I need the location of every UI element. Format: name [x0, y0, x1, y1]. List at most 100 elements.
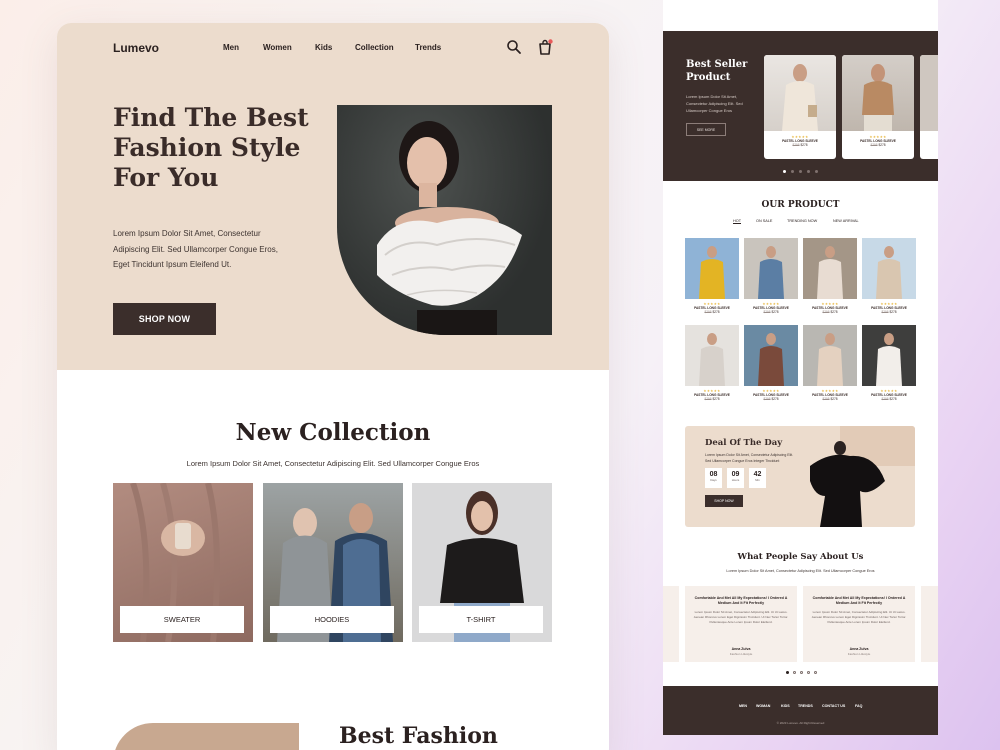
best-seller-card[interactable]: ★★★★★ PASTEL LONG SLEEVE $298 $278 [764, 55, 836, 159]
price: $278 [712, 310, 720, 314]
nav-trends[interactable]: Trends [415, 43, 441, 52]
nav-collection[interactable]: Collection [355, 43, 394, 52]
price: $278 [878, 143, 886, 147]
countdown-label: Hours [731, 478, 740, 482]
product-image[interactable] [803, 238, 857, 299]
hero-model-photo [337, 105, 552, 335]
price: $278 [771, 397, 779, 401]
old-price: $298 [704, 310, 712, 314]
collection-card-label: SWEATER [120, 606, 244, 633]
testimonial-dot[interactable] [807, 671, 810, 674]
testimonial-dot-active[interactable] [786, 671, 789, 674]
price: $278 [830, 397, 838, 401]
countdown-hours: 09 Hours [727, 468, 744, 488]
old-price: $298 [822, 310, 830, 314]
tab-on-sale[interactable]: ON SALE [756, 219, 772, 223]
footer-nav-men[interactable]: MEN [739, 704, 747, 708]
deal-model-photo [800, 426, 915, 527]
copyright: © 2023 Lumevo. All Right Reserved [776, 721, 825, 725]
carousel-dot[interactable] [807, 170, 810, 173]
new-collection-title: New Collection [235, 419, 431, 446]
search-icon[interactable] [506, 39, 522, 55]
best-seller-title-line-2: Product [686, 72, 731, 83]
product-image[interactable] [685, 238, 739, 299]
testimonial-text: Lorem Ipsum Dolor Sit Amet, Consectetur … [693, 610, 789, 624]
product-image[interactable] [862, 325, 916, 386]
testimonial-dot[interactable] [793, 671, 796, 674]
product-image[interactable] [803, 325, 857, 386]
see-more-button[interactable]: SEE MORE [686, 123, 726, 136]
best-seller-card[interactable]: ★★★★★ PASTEL LONG SLEEVE $298 $278 [842, 55, 914, 159]
price: $278 [830, 310, 838, 314]
product-image[interactable] [862, 238, 916, 299]
deal-shop-now-button[interactable]: SHOP NOW [705, 495, 743, 507]
new-collection-description: Lorem Ipsum Dolor Sit Amet, Consectetur … [186, 459, 480, 468]
cart-icon[interactable] [537, 39, 553, 55]
best-seller-title-line-1: Best Seller [686, 59, 748, 70]
collection-card-label: HOODIES [270, 606, 394, 633]
old-price: $298 [881, 310, 889, 314]
old-price: $298 [763, 310, 771, 314]
testimonial-name: Anna Zulva [731, 647, 751, 651]
best-fashion-photo [113, 723, 299, 750]
best-seller-title: Best Seller Product [686, 58, 747, 84]
testimonial-card: Comfortable And Met All My Expectations!… [803, 586, 915, 662]
countdown-days: 08 Days [705, 468, 722, 488]
hero-section: Lumevo Men Women Kids Collection Trends … [57, 23, 609, 370]
nav-men[interactable]: Men [223, 43, 239, 52]
carousel-dot[interactable] [791, 170, 794, 173]
product-image[interactable] [744, 325, 798, 386]
collection-card-sweater[interactable]: SWEATER [113, 483, 253, 642]
countdown-minutes: 42 Min [749, 468, 766, 488]
price: $278 [889, 310, 897, 314]
carousel-dot-active[interactable] [783, 170, 786, 173]
hero-desc-line-2: Adipiscing Elit. Sed Ullamcorper Congue … [113, 244, 278, 254]
hero-title-line-1: Find The Best [113, 103, 309, 132]
carousel-dot[interactable] [799, 170, 802, 173]
landing-page-full-preview: Best Seller Product Lorem Ipsum Dolor Si… [663, 0, 938, 735]
testimonial-role: Fashion Lifestyle [847, 652, 871, 656]
hero-desc-line-3: Eget Tincidunt Ipsum Eleifend Ut. [113, 260, 232, 269]
nav-kids[interactable]: Kids [315, 43, 332, 52]
footer-nav-woman[interactable]: WOMAN [756, 704, 770, 708]
best-seller-card-partial[interactable] [920, 55, 938, 159]
testimonial-role: Fashion Lifestyle [729, 652, 753, 656]
best-seller-section: Best Seller Product Lorem Ipsum Dolor Si… [663, 31, 938, 181]
testimonial-dot[interactable] [814, 671, 817, 674]
price: $278 [800, 143, 808, 147]
testimonial-text: Lorem Ipsum Dolor Sit Amet, Consectetur … [811, 610, 907, 624]
testimonial-dot[interactable] [800, 671, 803, 674]
footer-nav-trends[interactable]: TRENDS [798, 704, 813, 708]
product-info: ★★★★★ PASTEL LONG SLEEVE $298 $278 [803, 389, 857, 401]
tab-new-arrival[interactable]: NEW ARRIVAL [833, 219, 859, 223]
footer-nav-faq[interactable]: FAQ [855, 704, 862, 708]
collection-card-tshirt[interactable]: T-SHIRT [412, 483, 552, 642]
carousel-dot[interactable] [815, 170, 818, 173]
old-price: $298 [822, 397, 830, 401]
testimonial-name: Anna Zulva [849, 647, 869, 651]
footer-nav-kids[interactable]: KIDS [781, 704, 790, 708]
shop-now-button[interactable]: SHOP NOW [113, 303, 216, 335]
testimonial-card-partial [663, 586, 679, 662]
tab-trending-now[interactable]: TRENDING NOW [787, 219, 817, 223]
tab-hot[interactable]: HOT [733, 219, 742, 224]
hero-title: Find The Best Fashion Style For You [113, 103, 333, 193]
footer-nav-contact-us[interactable]: CONTACT US [822, 704, 845, 708]
collection-card-hoodies[interactable]: HOODIES [263, 483, 403, 642]
product-info: ★★★★★ PASTEL LONG SLEEVE $298 $278 [685, 302, 739, 314]
product-image[interactable] [744, 238, 798, 299]
product-info: ★★★★★ PASTEL LONG SLEEVE $298 $278 [862, 389, 916, 401]
product-info: ★★★★★ PASTEL LONG SLEEVE $298 $278 [803, 302, 857, 314]
landing-page: Lumevo Men Women Kids Collection Trends … [57, 23, 609, 750]
product-info: ★★★★★ PASTEL LONG SLEEVE $298 $278 [744, 302, 798, 314]
nav-women[interactable]: Women [263, 43, 292, 52]
deal-description: Lorem Ipsum Dolor Sit Amet, Consectetur … [705, 453, 794, 463]
footer: MEN WOMAN KIDS TRENDS CONTACT US FAQ © 2… [663, 686, 938, 735]
testimonials-title: What People Say About Us [737, 552, 864, 562]
brand-logo[interactable]: Lumevo [113, 41, 159, 55]
old-price: $298 [792, 143, 800, 147]
product-image[interactable] [685, 325, 739, 386]
countdown-value: 42 [753, 471, 762, 478]
testimonial-card-partial [921, 586, 938, 662]
product-info: ★★★★★ PASTEL LONG SLEEVE $298 $278 [862, 302, 916, 314]
